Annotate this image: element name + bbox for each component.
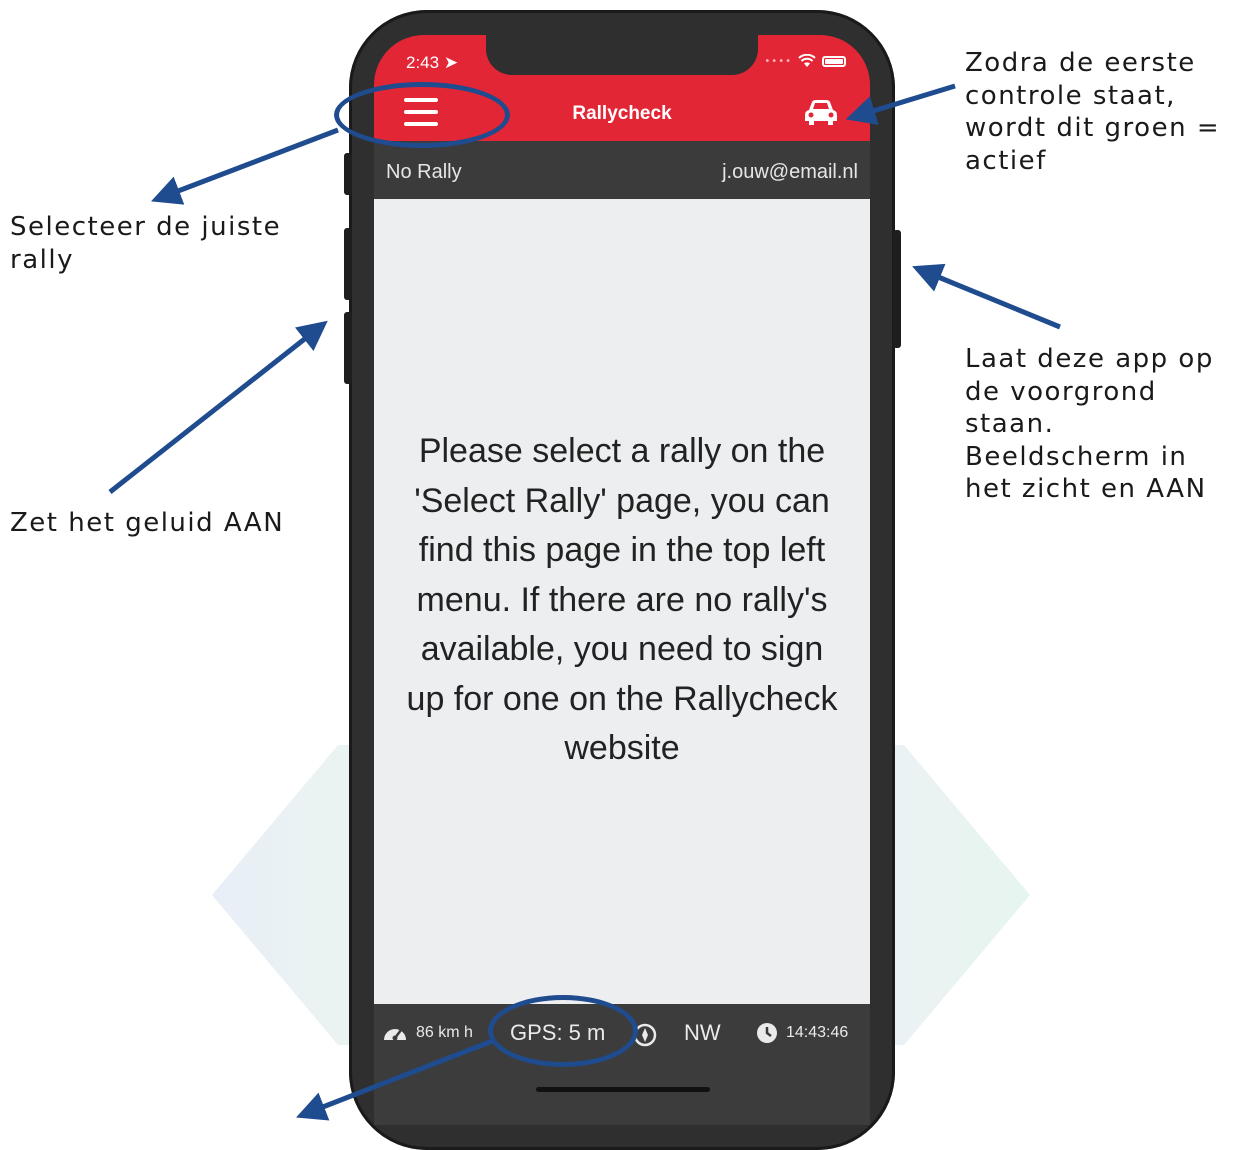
note-car-status: Zodra de eerste controle staat, wordt di… (965, 48, 1221, 176)
note-select-rally: Selecteer de juiste rally (10, 212, 282, 275)
note-sound-on: Zet het geluid AAN (10, 508, 285, 538)
note-foreground: Laat deze app op de voorgrond staan. Bee… (965, 344, 1214, 504)
